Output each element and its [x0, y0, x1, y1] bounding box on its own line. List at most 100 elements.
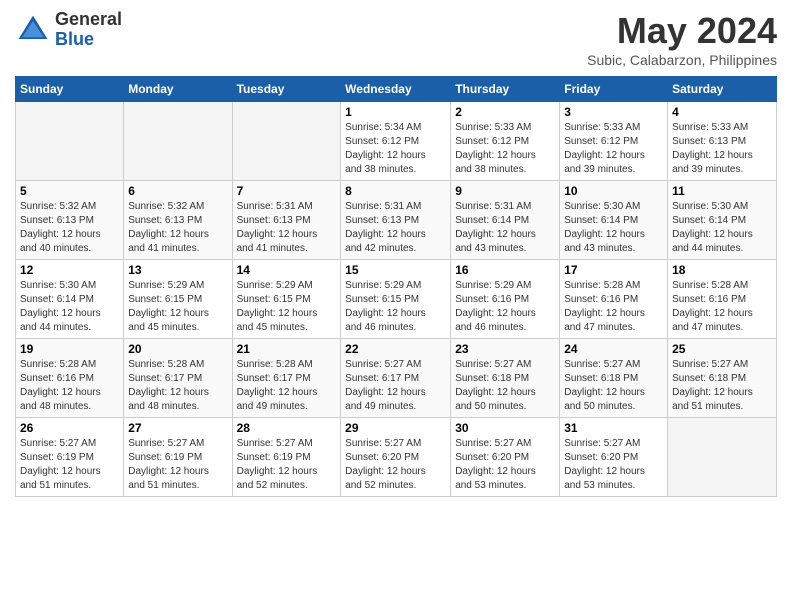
day-number: 27 [128, 421, 227, 435]
day-info: Sunrise: 5:27 AM Sunset: 6:17 PM Dayligh… [345, 358, 446, 414]
day-number: 11 [672, 184, 772, 198]
day-info: Sunrise: 5:29 AM Sunset: 6:16 PM Dayligh… [455, 279, 555, 335]
day-info: Sunrise: 5:29 AM Sunset: 6:15 PM Dayligh… [128, 279, 227, 335]
calendar-week-1: 1 Sunrise: 5:34 AM Sunset: 6:12 PM Daylig… [16, 102, 777, 181]
calendar-cell: 20Sunrise: 5:28 AM Sunset: 6:17 PM Dayli… [124, 339, 232, 418]
calendar-cell [232, 102, 341, 181]
month-title: May 2024 [587, 10, 777, 52]
day-number: 21 [237, 342, 337, 356]
day-number: 25 [672, 342, 772, 356]
day-number: 26 [20, 421, 119, 435]
day-info: Sunrise: 5:30 AM Sunset: 6:14 PM Dayligh… [672, 200, 772, 256]
day-info: Sunrise: 5:31 AM Sunset: 6:13 PM Dayligh… [237, 200, 337, 256]
day-number: 23 [455, 342, 555, 356]
day-number: 31 [564, 421, 663, 435]
day-info: Sunrise: 5:33 AM Sunset: 6:12 PM Dayligh… [455, 121, 555, 177]
calendar-cell [668, 418, 777, 497]
calendar-cell: 18Sunrise: 5:28 AM Sunset: 6:16 PM Dayli… [668, 260, 777, 339]
day-info: Sunrise: 5:28 AM Sunset: 6:17 PM Dayligh… [237, 358, 337, 414]
calendar-cell: 27 Sunrise: 5:27 AM Sunset: 6:19 PM Dayli… [124, 418, 232, 497]
calendar-week-5: 26 Sunrise: 5:27 AM Sunset: 6:19 PM Dayli… [16, 418, 777, 497]
day-number: 17 [564, 263, 663, 277]
calendar-cell: 28 Sunrise: 5:27 AM Sunset: 6:19 PM Dayli… [232, 418, 341, 497]
day-number: 2 [455, 105, 555, 119]
day-info: Sunrise: 5:33 AM Sunset: 6:12 PM Dayligh… [564, 121, 663, 177]
day-info: Sunrise: 5:32 AM Sunset: 6:13 PM Dayligh… [128, 200, 227, 256]
day-number: 7 [237, 184, 337, 198]
calendar-cell: 10 Sunrise: 5:30 AM Sunset: 6:14 PM Dayli… [560, 181, 668, 260]
title-area: May 2024 Subic, Calabarzon, Philippines [587, 10, 777, 68]
day-number: 5 [20, 184, 119, 198]
weekday-header-sunday: Sunday [16, 77, 124, 102]
day-info: Sunrise: 5:30 AM Sunset: 6:14 PM Dayligh… [564, 200, 663, 256]
calendar-cell: 23 Sunrise: 5:27 AM Sunset: 6:18 PM Dayli… [451, 339, 560, 418]
weekday-header-tuesday: Tuesday [232, 77, 341, 102]
day-info: Sunrise: 5:32 AM Sunset: 6:13 PM Dayligh… [20, 200, 119, 256]
day-info: Sunrise: 5:27 AM Sunset: 6:18 PM Dayligh… [564, 358, 663, 414]
calendar-cell [124, 102, 232, 181]
logo: General Blue [15, 10, 122, 50]
day-number: 6 [128, 184, 227, 198]
calendar-cell: 11 Sunrise: 5:30 AM Sunset: 6:14 PM Dayli… [668, 181, 777, 260]
calendar-cell: 4 Sunrise: 5:33 AM Sunset: 6:13 PM Daylig… [668, 102, 777, 181]
day-info: Sunrise: 5:27 AM Sunset: 6:20 PM Dayligh… [455, 437, 555, 493]
page-header: General Blue May 2024 Subic, Calabarzon,… [15, 10, 777, 68]
day-info: Sunrise: 5:27 AM Sunset: 6:18 PM Dayligh… [455, 358, 555, 414]
logo-general: General [55, 10, 122, 30]
weekday-header-wednesday: Wednesday [341, 77, 451, 102]
day-number: 16 [455, 263, 555, 277]
day-number: 28 [237, 421, 337, 435]
calendar-cell: 16 Sunrise: 5:29 AM Sunset: 6:16 PM Dayli… [451, 260, 560, 339]
day-number: 30 [455, 421, 555, 435]
day-info: Sunrise: 5:33 AM Sunset: 6:13 PM Dayligh… [672, 121, 772, 177]
calendar-week-4: 19 Sunrise: 5:28 AM Sunset: 6:16 PM Dayli… [16, 339, 777, 418]
calendar-cell: 24 Sunrise: 5:27 AM Sunset: 6:18 PM Dayli… [560, 339, 668, 418]
day-number: 19 [20, 342, 119, 356]
calendar-cell: 21 Sunrise: 5:28 AM Sunset: 6:17 PM Dayli… [232, 339, 341, 418]
calendar-cell: 14 Sunrise: 5:29 AM Sunset: 6:15 PM Dayli… [232, 260, 341, 339]
day-number: 20 [128, 342, 227, 356]
calendar-cell: 3 Sunrise: 5:33 AM Sunset: 6:12 PM Daylig… [560, 102, 668, 181]
calendar-cell [16, 102, 124, 181]
day-number: 22 [345, 342, 446, 356]
logo-icon [15, 12, 51, 48]
calendar-cell: 1 Sunrise: 5:34 AM Sunset: 6:12 PM Daylig… [341, 102, 451, 181]
day-info: Sunrise: 5:34 AM Sunset: 6:12 PM Dayligh… [345, 121, 446, 177]
calendar-cell: 31Sunrise: 5:27 AM Sunset: 6:20 PM Dayli… [560, 418, 668, 497]
day-number: 9 [455, 184, 555, 198]
day-number: 10 [564, 184, 663, 198]
day-info: Sunrise: 5:27 AM Sunset: 6:19 PM Dayligh… [128, 437, 227, 493]
day-info: Sunrise: 5:31 AM Sunset: 6:14 PM Dayligh… [455, 200, 555, 256]
day-number: 1 [345, 105, 446, 119]
logo-blue: Blue [55, 30, 122, 50]
day-number: 13 [128, 263, 227, 277]
day-info: Sunrise: 5:29 AM Sunset: 6:15 PM Dayligh… [345, 279, 446, 335]
calendar-cell: 9 Sunrise: 5:31 AM Sunset: 6:14 PM Daylig… [451, 181, 560, 260]
calendar-header-row: SundayMondayTuesdayWednesdayThursdayFrid… [16, 77, 777, 102]
location-subtitle: Subic, Calabarzon, Philippines [587, 52, 777, 68]
day-number: 14 [237, 263, 337, 277]
calendar-cell: 13 Sunrise: 5:29 AM Sunset: 6:15 PM Dayli… [124, 260, 232, 339]
day-info: Sunrise: 5:27 AM Sunset: 6:19 PM Dayligh… [237, 437, 337, 493]
day-info: Sunrise: 5:27 AM Sunset: 6:19 PM Dayligh… [20, 437, 119, 493]
day-number: 3 [564, 105, 663, 119]
day-number: 4 [672, 105, 772, 119]
calendar-cell: 15Sunrise: 5:29 AM Sunset: 6:15 PM Dayli… [341, 260, 451, 339]
calendar-cell: 5 Sunrise: 5:32 AM Sunset: 6:13 PM Daylig… [16, 181, 124, 260]
calendar-cell: 29Sunrise: 5:27 AM Sunset: 6:20 PM Dayli… [341, 418, 451, 497]
day-info: Sunrise: 5:28 AM Sunset: 6:16 PM Dayligh… [20, 358, 119, 414]
day-number: 24 [564, 342, 663, 356]
weekday-header-friday: Friday [560, 77, 668, 102]
calendar-cell: 6 Sunrise: 5:32 AM Sunset: 6:13 PM Daylig… [124, 181, 232, 260]
day-info: Sunrise: 5:29 AM Sunset: 6:15 PM Dayligh… [237, 279, 337, 335]
day-info: Sunrise: 5:28 AM Sunset: 6:16 PM Dayligh… [564, 279, 663, 335]
day-number: 12 [20, 263, 119, 277]
weekday-header-monday: Monday [124, 77, 232, 102]
day-info: Sunrise: 5:31 AM Sunset: 6:13 PM Dayligh… [345, 200, 446, 256]
calendar-table: SundayMondayTuesdayWednesdayThursdayFrid… [15, 76, 777, 497]
day-number: 8 [345, 184, 446, 198]
logo-text: General Blue [55, 10, 122, 50]
day-info: Sunrise: 5:27 AM Sunset: 6:20 PM Dayligh… [345, 437, 446, 493]
weekday-header-saturday: Saturday [668, 77, 777, 102]
calendar-cell: 25Sunrise: 5:27 AM Sunset: 6:18 PM Dayli… [668, 339, 777, 418]
